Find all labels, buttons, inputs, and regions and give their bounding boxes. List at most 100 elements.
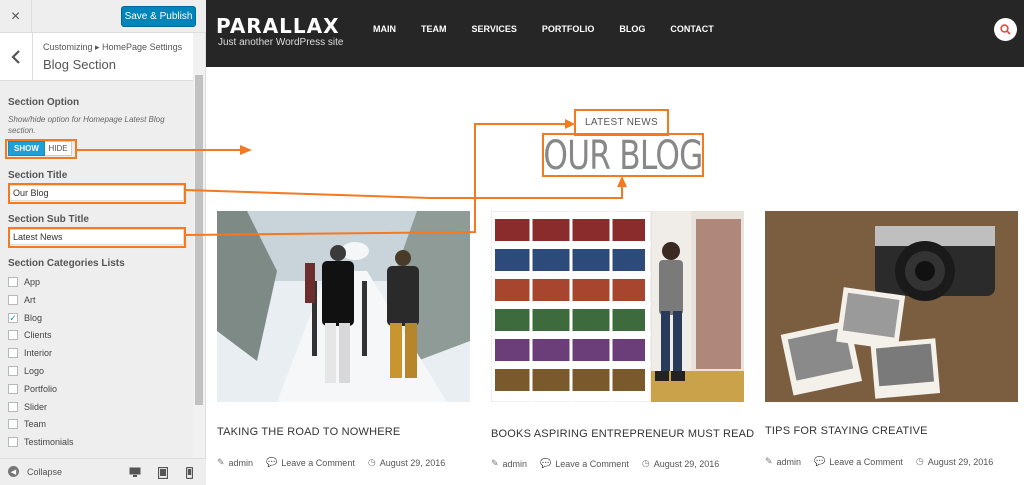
annotation-arrowhead-toggle [240, 145, 252, 155]
desktop-preview-icon[interactable] [129, 467, 141, 481]
clock-icon: ◷ [915, 456, 924, 466]
edit-icon: ✎ [765, 456, 773, 466]
nav-item-services[interactable]: SERVICES [472, 24, 517, 34]
tablet-preview-icon[interactable] [157, 466, 169, 482]
category-label: Team [24, 419, 47, 430]
category-checkbox-row[interactable]: Team [8, 418, 46, 430]
site-header: PARALLAX Just another WordPress site MAI… [206, 0, 1024, 67]
nav-item-team[interactable]: TEAM [421, 24, 447, 34]
section-title: Blog Section [43, 57, 116, 72]
post-comments-link[interactable]: Leave a Comment [555, 459, 629, 469]
mobile-preview-icon[interactable] [185, 466, 194, 482]
post-author[interactable]: admin [229, 458, 254, 468]
post-date: August 29, 2016 [379, 457, 446, 468]
checkbox-icon[interactable] [8, 419, 18, 430]
annotation-arrowhead-subtitle [565, 119, 575, 129]
section-option-description: Show/hide option for Homepage Latest Blo… [8, 115, 165, 135]
blog-kicker: LATEST NEWS [585, 117, 658, 128]
category-checkbox-row[interactable]: Slider [8, 401, 47, 413]
post-title-3[interactable]: TIPS FOR STAYING CREATIVE [765, 425, 928, 437]
post-meta-2: ✎ admin 💬 Leave a Comment ◷ August 29, 2… [491, 458, 719, 469]
category-checkbox-row[interactable]: Logo [8, 365, 44, 377]
category-label: Clients [24, 330, 52, 341]
sidebar-scrollbar[interactable] [193, 33, 205, 458]
post-title-2[interactable]: BOOKS ASPIRING ENTREPRENEUR MUST READ [491, 428, 754, 440]
category-label: Blog [24, 312, 43, 323]
post-image-camera[interactable] [765, 211, 1018, 402]
post-date: August 29, 2016 [653, 458, 720, 469]
nav-item-contact[interactable]: CONTACT [670, 24, 713, 34]
nav-item-main[interactable]: MAIN [373, 24, 396, 34]
checkbox-checked-icon[interactable]: ✓ [8, 312, 18, 323]
post-date: August 29, 2016 [927, 456, 994, 467]
blog-title: OUR BLOG [543, 132, 703, 179]
category-checkbox-row[interactable]: Art [8, 294, 36, 306]
post-image-bookshelf[interactable] [491, 211, 744, 402]
category-checkbox-row[interactable]: Clients [8, 329, 52, 341]
edit-icon: ✎ [217, 457, 225, 467]
site-logo[interactable]: PARALLAX [216, 14, 340, 38]
categories-label: Section Categories Lists [8, 258, 125, 269]
clock-icon: ◷ [367, 457, 376, 467]
post-comments-link[interactable]: Leave a Comment [829, 457, 903, 467]
toggle-hide-button[interactable]: HIDE [45, 141, 72, 156]
comment-icon: 💬 [814, 456, 826, 466]
customizer-screen: × Save & Publish Customizing ▸ HomePage … [0, 0, 1024, 485]
post-image-snow-road[interactable] [217, 211, 470, 402]
clock-icon: ◷ [641, 458, 650, 468]
category-label: App [24, 277, 41, 287]
category-checkbox-row[interactable]: Interior [8, 347, 52, 359]
customizer-sidebar: × Save & Publish Customizing ▸ HomePage … [0, 0, 206, 485]
checkbox-icon[interactable] [8, 348, 18, 359]
section-subtitle-label: Section Sub Title [8, 214, 89, 225]
close-icon[interactable]: × [0, 0, 32, 33]
search-icon[interactable] [994, 18, 1017, 41]
customizer-topbar: × Save & Publish [0, 0, 206, 33]
nav-item-portfolio[interactable]: PORTFOLIO [542, 24, 595, 34]
site-tagline: Just another WordPress site [218, 37, 344, 48]
collapse-label: Collapse [27, 466, 63, 477]
toggle-show-button[interactable]: SHOW [8, 141, 45, 156]
checkbox-icon[interactable] [8, 437, 18, 448]
checkbox-icon[interactable] [8, 383, 18, 394]
comment-icon: 💬 [266, 457, 278, 467]
back-arrow-icon[interactable] [0, 33, 33, 81]
post-meta-3: ✎ admin 💬 Leave a Comment ◷ August 29, 2… [765, 456, 993, 467]
checkbox-icon[interactable] [8, 401, 18, 412]
edit-icon: ✎ [491, 458, 499, 468]
checkbox-icon[interactable] [8, 294, 18, 305]
checkbox-icon[interactable] [8, 330, 18, 341]
category-label: Interior [24, 348, 53, 359]
main-nav: MAIN TEAM SERVICES PORTFOLIO BLOG CONTAC… [373, 24, 739, 34]
post-author[interactable]: admin [777, 457, 802, 467]
category-label: Testimonials [24, 437, 74, 448]
show-hide-toggle: SHOW HIDE [8, 141, 72, 156]
customizer-footer: ◀ Collapse [0, 458, 206, 485]
post-comments-link[interactable]: Leave a Comment [281, 458, 355, 468]
section-title-input[interactable]: Our Blog [9, 185, 184, 201]
comment-icon: 💬 [540, 458, 552, 468]
section-header: Customizing ▸ HomePage Settings Blog Sec… [0, 33, 193, 81]
breadcrumb: Customizing ▸ HomePage Settings [43, 42, 183, 52]
checkbox-icon[interactable] [8, 366, 18, 376]
collapse-button[interactable]: ◀ Collapse [8, 466, 62, 477]
category-label: Slider [24, 401, 48, 412]
category-checkbox-row[interactable]: App [8, 276, 40, 288]
category-label: Logo [24, 366, 45, 376]
section-title-label: Section Title [8, 170, 68, 181]
category-label: Art [24, 294, 36, 305]
collapse-icon: ◀ [8, 466, 19, 477]
category-checkbox-row[interactable]: ✓ Blog [8, 312, 42, 324]
section-option-label: Section Option [8, 97, 80, 108]
scrollbar-thumb[interactable] [195, 75, 203, 405]
section-subtitle-input[interactable]: Latest News [9, 229, 184, 245]
category-checkbox-row[interactable]: Portfolio [8, 383, 57, 395]
save-publish-button[interactable]: Save & Publish [121, 6, 196, 27]
annotation-arrow-title [184, 186, 623, 199]
nav-item-blog[interactable]: BLOG [619, 24, 645, 34]
category-label: Portfolio [24, 383, 58, 394]
category-checkbox-row[interactable]: Testimonials [8, 436, 74, 448]
checkbox-icon[interactable] [8, 277, 18, 287]
post-author[interactable]: admin [503, 459, 528, 469]
post-title-1[interactable]: TAKING THE ROAD TO NOWHERE [217, 426, 400, 438]
